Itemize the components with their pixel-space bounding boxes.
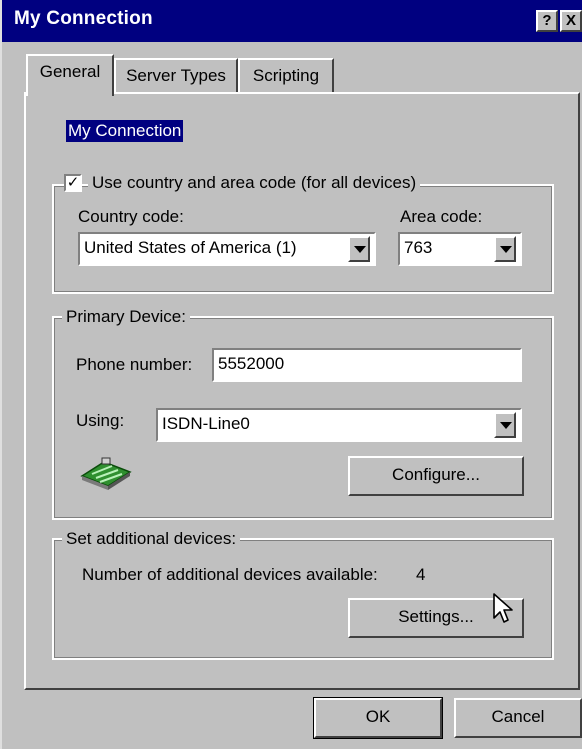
ok-button[interactable]: OK [313,697,443,739]
cancel-button[interactable]: Cancel [454,698,582,738]
country-code-dropdown-button[interactable] [348,236,370,262]
mouse-pointer-icon [493,593,513,623]
additional-devices-count-label: Number of additional devices available: [82,565,378,584]
country-code-value: United States of America (1) [84,238,297,257]
ok-button-label: OK [365,707,391,726]
area-code-label: Area code: [400,207,483,226]
tab-label: Scripting [252,66,320,85]
chevron-down-icon [354,246,366,253]
using-device-value: ISDN-Line0 [162,414,250,433]
chevron-down-icon [500,246,512,253]
tab-scripting[interactable]: Scripting [238,58,334,94]
area-code-value: 763 [404,238,433,257]
configure-button[interactable]: Configure... [348,456,524,496]
window-title: My Connection [14,8,153,29]
tab-server-types[interactable]: Server Types [114,58,238,94]
cancel-button-label: Cancel [491,707,545,726]
tab-label: Server Types [126,66,226,85]
chevron-down-icon [500,422,512,429]
connection-name[interactable]: My Connection [66,120,184,142]
area-code-dropdown[interactable]: 763 [398,232,522,266]
area-code-dropdown-button[interactable] [494,236,516,262]
help-button[interactable]: ? [536,10,558,32]
primary-device-legend: Primary Device: [62,306,190,328]
using-label: Using: [76,411,125,430]
settings-button-label: Settings... [398,607,474,626]
using-device-dropdown[interactable]: ISDN-Line0 [156,408,522,442]
dialog-window: My Connection ? X Server Types Scripting… [0,0,582,749]
tab-label: General [39,62,101,81]
phone-number-value: 5552000 [218,354,285,373]
additional-devices-count-value: 4 [416,565,426,584]
phone-number-label: Phone number: [76,355,193,374]
close-button[interactable]: X [560,10,582,32]
use-country-code-label[interactable]: Use country and area code (for all devic… [88,172,421,194]
using-device-dropdown-button[interactable] [494,412,516,438]
modem-icon [80,457,132,490]
country-code-dropdown[interactable]: United States of America (1) [78,232,376,266]
tab-general[interactable]: General [26,54,114,96]
configure-button-label: Configure... [392,465,480,484]
title-bar[interactable]: My Connection ? X [2,0,582,42]
phone-number-input[interactable]: 5552000 [212,348,522,382]
additional-devices-legend: Set additional devices: [62,528,241,550]
use-country-code-checkbox[interactable]: ✓ [64,174,82,192]
country-code-label: Country code: [78,207,184,226]
